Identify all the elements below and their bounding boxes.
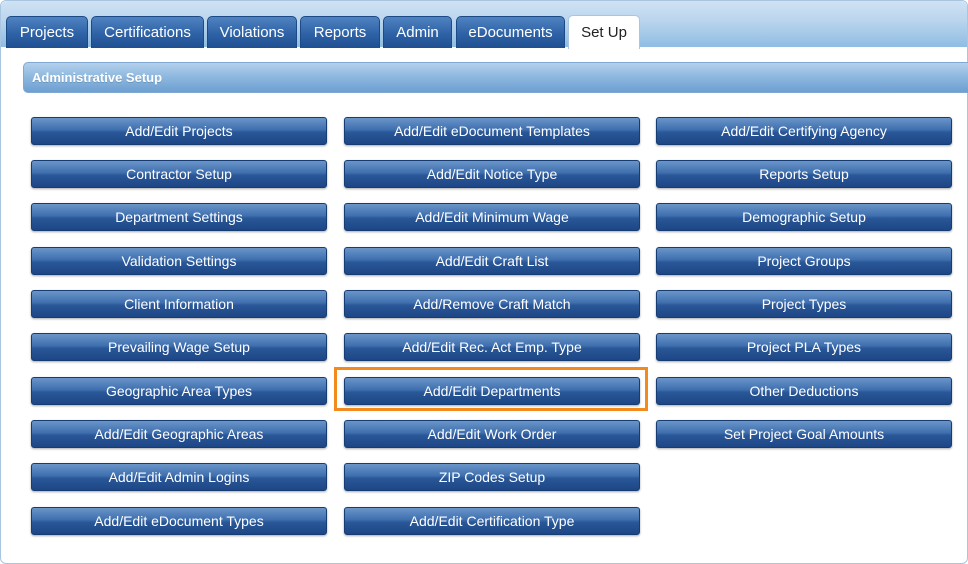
prevailing-wage-setup-button[interactable]: Prevailing Wage Setup bbox=[31, 333, 327, 361]
add-edit-edocument-types-button[interactable]: Add/Edit eDocument Types bbox=[31, 507, 327, 535]
add-edit-minimum-wage-button[interactable]: Add/Edit Minimum Wage bbox=[344, 203, 640, 231]
section-title: Administrative Setup bbox=[32, 70, 163, 85]
add-remove-craft-match-button[interactable]: Add/Remove Craft Match bbox=[344, 290, 640, 318]
reports-setup-button[interactable]: Reports Setup bbox=[656, 160, 952, 188]
add-edit-geographic-areas-button[interactable]: Add/Edit Geographic Areas bbox=[31, 420, 327, 448]
tab-edocuments[interactable]: eDocuments bbox=[456, 16, 565, 48]
contractor-setup-button[interactable]: Contractor Setup bbox=[31, 160, 327, 188]
add-edit-craft-list-button[interactable]: Add/Edit Craft List bbox=[344, 247, 640, 275]
set-project-goal-amounts-button[interactable]: Set Project Goal Amounts bbox=[656, 420, 952, 448]
add-edit-work-order-button[interactable]: Add/Edit Work Order bbox=[344, 420, 640, 448]
department-settings-button[interactable]: Department Settings bbox=[31, 203, 327, 231]
add-edit-admin-logins-button[interactable]: Add/Edit Admin Logins bbox=[31, 463, 327, 491]
project-groups-button[interactable]: Project Groups bbox=[656, 247, 952, 275]
tab-projects[interactable]: Projects bbox=[6, 16, 88, 48]
add-edit-projects-button[interactable]: Add/Edit Projects bbox=[31, 117, 327, 145]
add-edit-certifying-agency-button[interactable]: Add/Edit Certifying Agency bbox=[656, 117, 952, 145]
validation-settings-button[interactable]: Validation Settings bbox=[31, 247, 327, 275]
other-deductions-button[interactable]: Other Deductions bbox=[656, 377, 952, 405]
section-header: Administrative Setup bbox=[23, 62, 968, 93]
geographic-area-types-button[interactable]: Geographic Area Types bbox=[31, 377, 327, 405]
project-pla-types-button[interactable]: Project PLA Types bbox=[656, 333, 952, 361]
zip-codes-setup-button[interactable]: ZIP Codes Setup bbox=[344, 463, 640, 491]
add-edit-certification-type-button[interactable]: Add/Edit Certification Type bbox=[344, 507, 640, 535]
client-information-button[interactable]: Client Information bbox=[31, 290, 327, 318]
tab-admin[interactable]: Admin bbox=[383, 16, 452, 48]
tab-reports[interactable]: Reports bbox=[300, 16, 380, 48]
add-edit-notice-type-button[interactable]: Add/Edit Notice Type bbox=[344, 160, 640, 188]
tab-violations[interactable]: Violations bbox=[207, 16, 297, 48]
tab-setup[interactable]: Set Up bbox=[568, 15, 640, 49]
add-edit-edocument-templates-button[interactable]: Add/Edit eDocument Templates bbox=[344, 117, 640, 145]
tab-certifications[interactable]: Certifications bbox=[91, 16, 204, 48]
main-tab-bar: Projects Certifications Violations Repor… bbox=[1, 1, 967, 49]
demographic-setup-button[interactable]: Demographic Setup bbox=[656, 203, 952, 231]
project-types-button[interactable]: Project Types bbox=[656, 290, 952, 318]
add-edit-rec-act-emp-type-button[interactable]: Add/Edit Rec. Act Emp. Type bbox=[344, 333, 640, 361]
add-edit-departments-button[interactable]: Add/Edit Departments bbox=[344, 377, 640, 405]
